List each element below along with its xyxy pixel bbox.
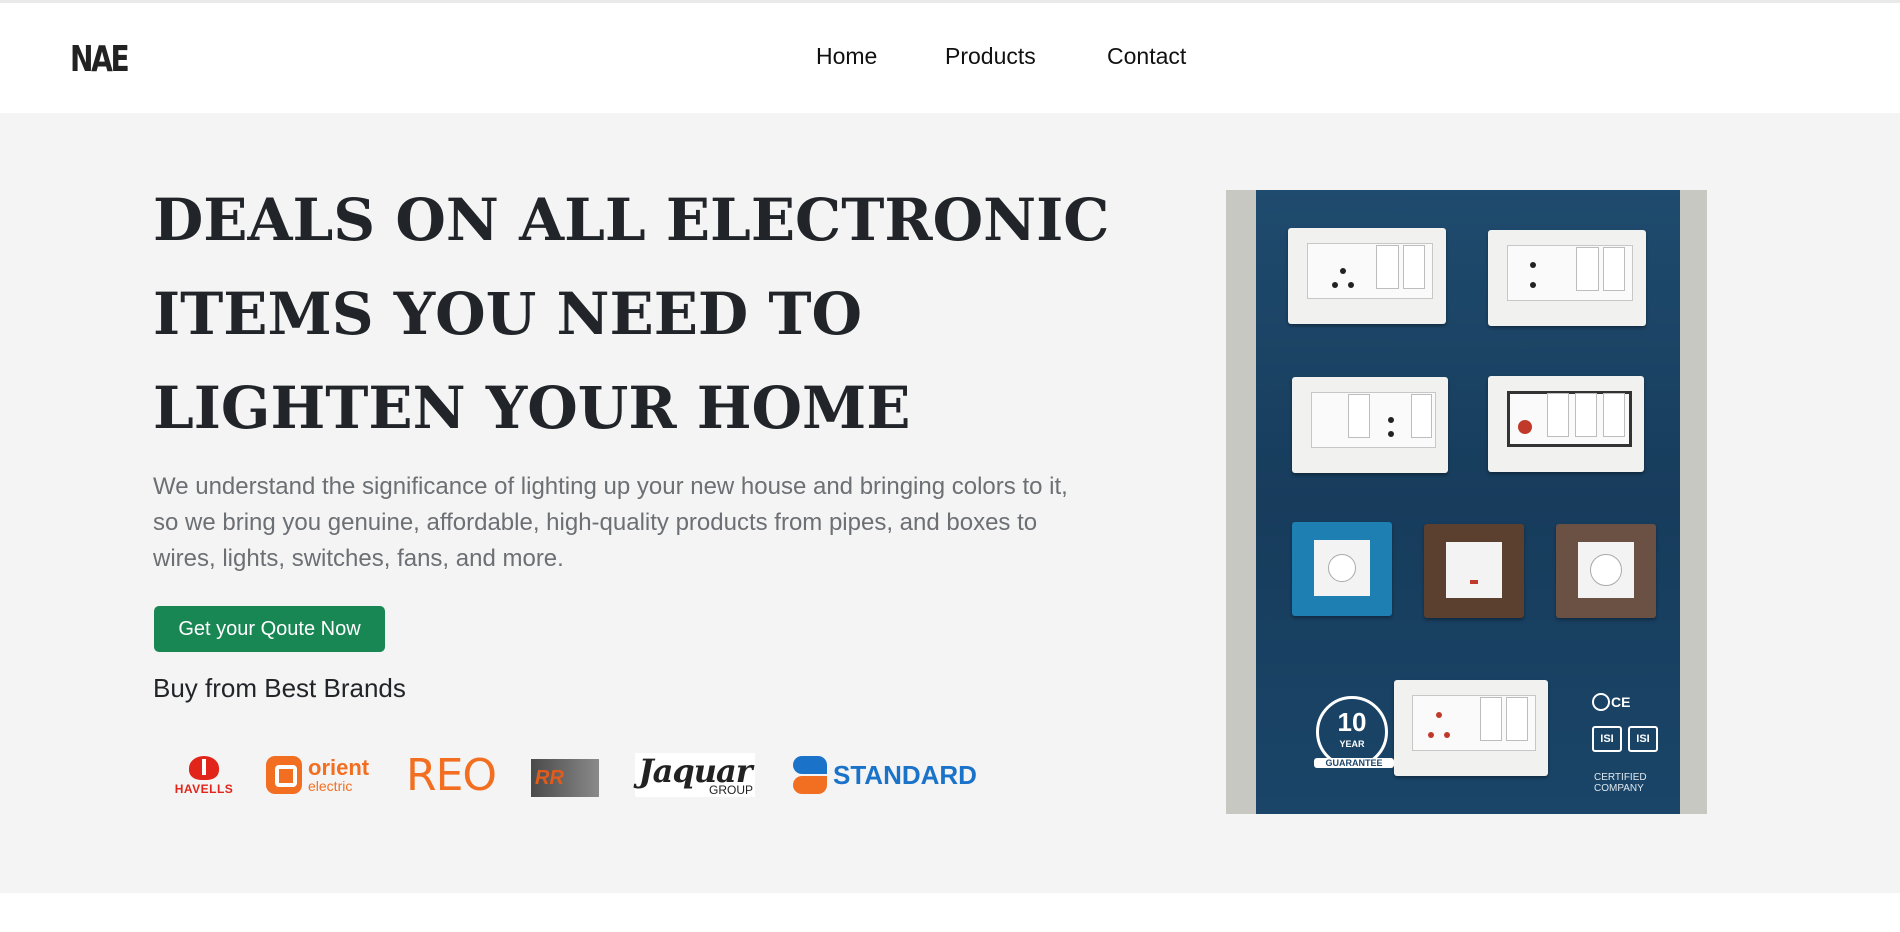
regulator-plate	[1292, 522, 1392, 616]
guarantee-label: GUARANTEE	[1314, 758, 1394, 768]
isi-mark: ISI	[1628, 726, 1658, 752]
hero-headline: DEALS ON ALL ELECTRONIC ITEMS YOU NEED T…	[153, 186, 1110, 442]
reo-logo: REO	[406, 749, 497, 801]
havells-wordmark: HAVELLS	[174, 782, 234, 796]
switch-plate	[1488, 230, 1646, 326]
jaquar-wordmark: Jaquar	[638, 751, 752, 790]
certified-company-label: CERTIFIED COMPANY	[1594, 772, 1647, 794]
hero-section: DEALS ON ALL ELECTRONIC ITEMS YOU NEED T…	[0, 113, 1900, 893]
havells-mark-icon	[189, 756, 219, 780]
orient-mark-icon	[266, 756, 302, 794]
get-quote-button[interactable]: Get your Qoute Now	[154, 606, 385, 652]
hero-description: We understand the significance of lighti…	[153, 473, 1068, 572]
brands-heading: Buy from Best Brands	[153, 673, 406, 703]
jaquar-logo: Jaquar GROUP	[635, 753, 755, 797]
orient-wordmark: orient	[308, 755, 370, 780]
display-board: 10 YEAR GUARANTEE CE ISI ISI CERTIFIED C…	[1256, 190, 1680, 814]
regulator-plate-brown	[1556, 524, 1656, 618]
rr-logo: RR	[531, 759, 599, 797]
standard-mark-icon	[793, 756, 827, 794]
isi-mark: ISI	[1592, 726, 1622, 752]
nav-link-home[interactable]: Home	[816, 43, 877, 70]
switch-panels-image: 10 YEAR GUARANTEE CE ISI ISI CERTIFIED C…	[1226, 190, 1707, 814]
switch-plate-wood	[1424, 524, 1524, 618]
nav-link-contact[interactable]: Contact	[1107, 43, 1186, 70]
switch-plate	[1288, 228, 1446, 324]
certification-icon	[1592, 693, 1610, 711]
switch-plate	[1394, 680, 1548, 776]
jaquar-subword: GROUP	[708, 782, 753, 797]
switch-plate	[1488, 376, 1644, 472]
orient-subword: electric	[308, 778, 353, 794]
orient-electric-logo: orient electric	[266, 755, 369, 795]
navbar: NAE Home Products Contact	[0, 3, 1900, 113]
ce-mark: CE	[1611, 694, 1631, 710]
havells-logo: HAVELLS	[171, 753, 237, 799]
standard-logo: STANDARD	[793, 755, 977, 795]
standard-wordmark: STANDARD	[833, 759, 977, 790]
site-logo[interactable]: NAE	[70, 39, 130, 80]
nav-link-products[interactable]: Products	[945, 43, 1036, 70]
switch-plate	[1292, 377, 1448, 473]
